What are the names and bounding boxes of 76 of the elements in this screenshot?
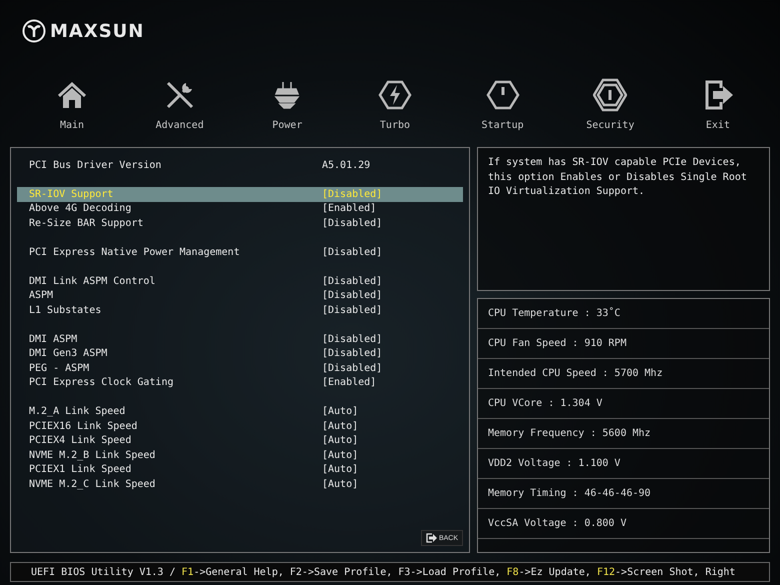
setting-row[interactable]: ASPM [Disabled] — [17, 288, 463, 303]
nav-tab[interactable]: Exit — [678, 78, 758, 131]
setting-value: [Auto] — [322, 478, 358, 490]
monitor-reading: Memory Timing : 46-46-46-90 — [488, 488, 651, 499]
setting-value: [Disabled] — [322, 348, 382, 360]
setting-value: [Auto] — [322, 420, 358, 432]
setting-row[interactable]: PCIEX4 Link Speed [Auto] — [17, 434, 463, 448]
monitor-reading: CPU Fan Speed : 910 RPM — [488, 338, 626, 349]
setting-value: [Disabled] — [322, 218, 382, 229]
nav-tab[interactable]: Main — [32, 78, 112, 131]
nav-tab[interactable]: Power — [247, 78, 328, 131]
setting-label: PCI Express Clock Gating — [29, 377, 174, 388]
nav-tab[interactable]: Security — [570, 78, 650, 131]
setting-row[interactable]: Re-Size BAR Support [Disabled] — [17, 216, 463, 230]
exit-icon — [426, 533, 437, 543]
setting-label: M.2_A Link Speed — [29, 406, 126, 418]
setting-value: [Disabled] — [322, 290, 382, 302]
setting-value: [Disabled] — [322, 304, 382, 316]
setting-value: [Disabled] — [322, 362, 382, 374]
setting-row[interactable]: DMI Link ASPM Control [Disabled] — [17, 274, 463, 288]
setting-label: PEG - ASPM — [29, 362, 90, 374]
nav-tab[interactable]: Turbo — [354, 78, 435, 131]
setting-value: [Auto] — [322, 435, 358, 446]
monitor-reading: VccSA Voltage : 0.800 V — [488, 518, 626, 529]
setting-value: [Auto] — [322, 450, 358, 461]
monitor-reading: Intended CPU Speed : 5700 Mhz — [488, 368, 663, 379]
setting-row[interactable]: DMI ASPM [Disabled] — [17, 332, 463, 346]
setting-value: [Disabled] — [322, 276, 382, 287]
shield-icon — [593, 78, 628, 112]
setting-label: Above 4G Decoding — [29, 203, 132, 214]
setting-label: NVME M.2_C Link Speed — [29, 478, 156, 490]
setting-row[interactable]: Above 4G Decoding [Enabled] — [17, 202, 463, 216]
setting-row[interactable]: NVME M.2_C Link Speed [Auto] — [17, 477, 463, 492]
logo-icon — [22, 19, 46, 43]
setting-label: PCI Bus Driver Version — [29, 160, 162, 171]
setting-row[interactable]: PCIEX1 Link Speed [Auto] — [17, 462, 463, 477]
monitor-reading: CPU Temperature : 33˚C — [488, 308, 620, 319]
setting-label: PCIEX1 Link Speed — [29, 464, 132, 476]
setting-row[interactable]: PCIEX16 Link Speed [Auto] — [17, 419, 463, 434]
setting-value: [Disabled] — [322, 246, 382, 258]
setting-label: DMI Link ASPM Control — [29, 276, 156, 287]
monitor-reading: Memory Frequency : 5600 Mhz — [488, 428, 651, 439]
help-text: If system has SR-IOV capable PCIe Devices, this option Enables or Disables Single Root IO Virtualization Support. — [488, 157, 747, 197]
setting-label: PCI Express Native Power Management — [29, 246, 241, 258]
setting-row[interactable]: PCI Bus Driver Version A5.01.29 — [17, 158, 463, 172]
setting-value: [Disabled] — [322, 334, 382, 345]
power-icon — [486, 78, 520, 112]
setting-value: [Enabled] — [322, 377, 376, 388]
setting-value: A5.01.29 — [322, 160, 370, 171]
status-bar-text: UEFI BIOS Utility V1.3 / F1->General Help, F2->Save Profile, F3->Load Profile, F8->Ez Update, F12->Screen Shot, Right — [31, 566, 736, 578]
lightning-icon — [378, 78, 412, 112]
setting-label: NVME M.2_B Link Speed — [29, 450, 156, 461]
setting-value: [Auto] — [322, 406, 358, 418]
setting-label: ASPM — [29, 290, 54, 302]
nav-tab[interactable]: Startup — [462, 78, 543, 131]
setting-label: L1 Substates — [29, 304, 102, 316]
setting-label: SR-IOV Support — [29, 188, 114, 200]
setting-label: Re-Size BAR Support — [29, 218, 144, 229]
monitor-reading: VDD2 Voltage : 1.100 V — [488, 458, 620, 469]
brand-logo-text: MAXSUN — [50, 20, 144, 42]
setting-row[interactable]: L1 Substates [Disabled] — [17, 303, 463, 318]
nav-tab[interactable]: Advanced — [140, 78, 220, 131]
setting-label: PCIEX16 Link Speed — [29, 420, 138, 432]
setting-label: PCIEX4 Link Speed — [29, 435, 132, 446]
setting-row[interactable]: PCI Express Clock Gating [Enabled] — [17, 376, 463, 390]
setting-label: DMI Gen3 ASPM — [29, 348, 108, 360]
setting-row[interactable]: DMI Gen3 ASPM [Disabled] — [17, 346, 463, 361]
setting-row[interactable]: PEG - ASPM [Disabled] — [17, 361, 463, 376]
setting-value: [Auto] — [322, 464, 358, 476]
setting-value: [Enabled] — [322, 203, 376, 214]
setting-row[interactable]: NVME M.2_B Link Speed [Auto] — [17, 448, 463, 462]
setting-row[interactable]: PCI Express Native Power Management [Disabled] — [17, 245, 463, 260]
setting-value: [Disabled] — [322, 188, 382, 200]
monitor-reading: CPU VCore : 1.304 V — [488, 398, 602, 409]
setting-row[interactable]: M.2_A Link Speed [Auto] — [17, 404, 463, 419]
setting-label: DMI ASPM — [29, 334, 78, 345]
